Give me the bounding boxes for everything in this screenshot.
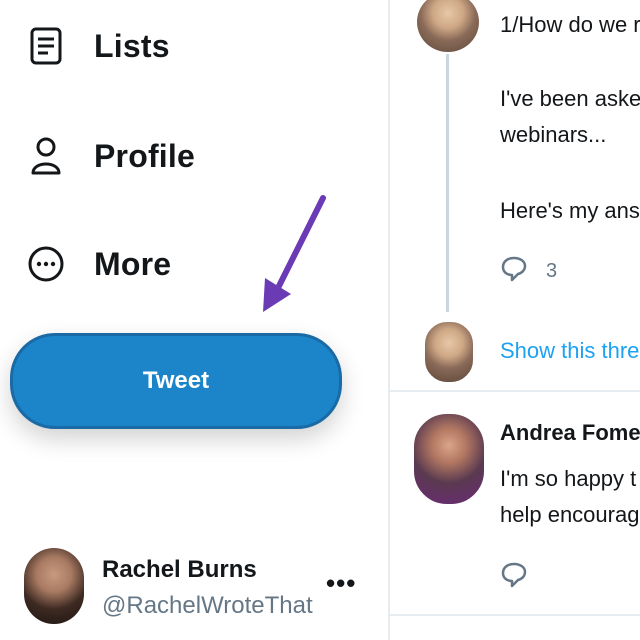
tweet-text: I've been aske <box>500 86 640 111</box>
tweet-divider <box>390 614 640 616</box>
avatar[interactable] <box>415 0 481 54</box>
reply-count: 3 <box>546 259 558 282</box>
more-options-icon[interactable]: ••• <box>326 568 356 599</box>
show-thread-link[interactable]: Show this thre <box>500 338 639 364</box>
tweet-button[interactable]: Tweet <box>10 333 342 429</box>
reply-button[interactable] <box>500 560 528 593</box>
timeline: 1/How do we r I've been aske webinars...… <box>390 0 640 640</box>
avatar[interactable] <box>423 320 475 384</box>
list-icon <box>24 24 68 68</box>
nav-label-lists: Lists <box>94 27 170 64</box>
nav-item-profile[interactable]: Profile <box>24 134 195 178</box>
reply-icon <box>500 254 528 288</box>
tweet-text: help encourag <box>500 502 640 527</box>
nav-label-profile: Profile <box>94 137 195 174</box>
reply-button[interactable]: 3 <box>500 254 557 288</box>
tweet-text: I'm so happy t <box>500 466 637 491</box>
account-switcher[interactable]: Rachel Burns @RachelWroteThat ••• <box>24 548 374 628</box>
reply-icon <box>500 562 528 592</box>
thread-line <box>446 50 449 312</box>
avatar[interactable] <box>412 412 486 506</box>
tweet-text: webinars... <box>500 122 607 147</box>
tweet-text: 1/How do we r <box>500 12 640 37</box>
nav-label-more: More <box>94 245 172 282</box>
tweet-text: Here's my ans <box>500 198 640 223</box>
tweet-divider <box>390 390 640 392</box>
annotation-arrow-icon <box>263 195 326 312</box>
person-icon <box>24 134 68 178</box>
avatar <box>24 548 84 624</box>
nav-item-more[interactable]: More <box>24 242 171 286</box>
nav-item-lists[interactable]: Lists <box>24 24 170 68</box>
more-circle-icon <box>24 242 68 286</box>
account-handle: @RachelWroteThat <box>102 592 313 619</box>
tweet-author[interactable]: Andrea Fome <box>500 420 640 446</box>
account-name: Rachel Burns <box>102 556 257 583</box>
sidebar: Lists Profile More Tweet Rachel Burns @R… <box>0 0 388 640</box>
